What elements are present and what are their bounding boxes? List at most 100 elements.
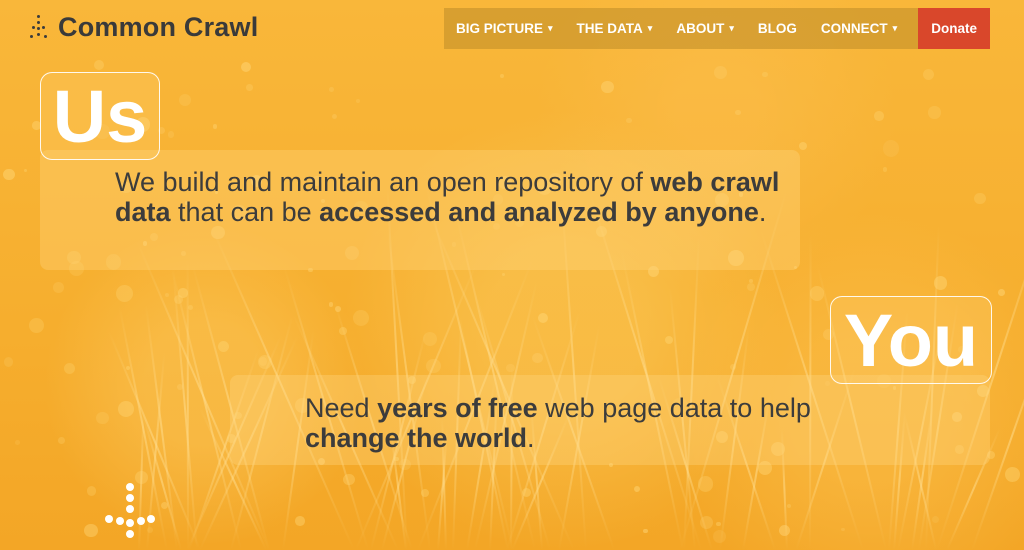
you-tagline-text: Need xyxy=(305,393,378,423)
bokeh-dot xyxy=(178,288,188,298)
us-tagline-text: We build and maintain an open repository… xyxy=(115,167,651,197)
bokeh-dot xyxy=(422,331,438,347)
bokeh-dot xyxy=(521,487,532,497)
nav-label: BIG PICTURE xyxy=(456,21,544,36)
bokeh-dot xyxy=(53,282,64,293)
you-tagline: Need years of free web page data to help… xyxy=(305,393,945,453)
bokeh-dot xyxy=(338,327,347,335)
you-tagline-text: . xyxy=(527,423,535,453)
bokeh-dot xyxy=(246,84,253,91)
bokeh-dot xyxy=(1004,467,1020,482)
bokeh-dot xyxy=(729,364,737,371)
bokeh-dot xyxy=(537,313,548,324)
bokeh-dot xyxy=(786,503,792,509)
main-nav: BIG PICTURE ▾ THE DATA ▾ ABOUT ▾ BLOG CO… xyxy=(444,8,990,49)
bokeh-dot xyxy=(664,336,673,345)
you-tagline-emphasis: years of free xyxy=(377,393,538,423)
bokeh-dot xyxy=(332,114,338,120)
site-name: Common Crawl xyxy=(58,12,259,42)
us-tagline-text: . xyxy=(758,197,767,227)
bokeh-dot xyxy=(928,106,941,119)
bokeh-dot xyxy=(63,362,76,375)
nav-connect[interactable]: CONNECT ▾ xyxy=(809,8,909,49)
bokeh-dot xyxy=(212,124,217,129)
bokeh-dot xyxy=(343,473,355,486)
bokeh-dot xyxy=(188,304,194,311)
chevron-down-icon: ▾ xyxy=(647,23,653,33)
bokeh-dot xyxy=(974,192,986,204)
nav-label: CONNECT xyxy=(820,21,888,36)
chevron-down-icon: ▾ xyxy=(729,23,734,33)
bokeh-dot xyxy=(499,74,504,79)
bokeh-dot xyxy=(874,111,884,121)
nav-about[interactable]: ABOUT ▾ xyxy=(664,8,746,49)
bokeh-dot xyxy=(96,411,109,425)
bokeh-dot xyxy=(697,476,714,493)
bokeh-dot xyxy=(126,365,131,370)
bokeh-dot xyxy=(178,93,192,107)
bokeh-dot xyxy=(506,363,515,373)
light-streak xyxy=(172,268,198,550)
bokeh-dot xyxy=(167,131,175,138)
bokeh-dot xyxy=(353,310,370,327)
bokeh-dot xyxy=(501,272,506,277)
nav-label: BLOG xyxy=(757,21,797,36)
donate-button[interactable]: Donate xyxy=(918,8,990,49)
bokeh-dot xyxy=(643,528,648,534)
us-badge: Us xyxy=(40,72,160,160)
bokeh-dot xyxy=(87,486,97,496)
you-badge: You xyxy=(830,296,992,384)
bokeh-dot xyxy=(922,69,934,81)
bokeh-dot xyxy=(778,524,790,536)
donate-label: Donate xyxy=(931,21,977,36)
bokeh-dot xyxy=(94,60,104,70)
bokeh-dot xyxy=(356,99,361,104)
nav-big-picture[interactable]: BIG PICTURE ▾ xyxy=(444,8,565,49)
bokeh-dot xyxy=(23,168,27,172)
bokeh-dot xyxy=(735,109,742,116)
bokeh-dot xyxy=(3,357,14,367)
bokeh-dot xyxy=(58,437,66,444)
site-logo[interactable]: Common Crawl xyxy=(28,12,258,43)
bokeh-dot xyxy=(716,521,721,527)
spider-logo-icon xyxy=(28,13,50,43)
bokeh-dot xyxy=(134,471,148,484)
bokeh-dot xyxy=(762,71,768,78)
bokeh-dot xyxy=(259,357,268,366)
bokeh-dot xyxy=(810,286,825,301)
bokeh-dot xyxy=(335,306,341,313)
bokeh-dot xyxy=(328,87,334,92)
bokeh-dot xyxy=(3,169,15,181)
bokeh-dot xyxy=(841,527,845,532)
chevron-down-icon: ▾ xyxy=(892,23,898,33)
nav-the-data[interactable]: THE DATA ▾ xyxy=(565,8,665,49)
nav-blog[interactable]: BLOG xyxy=(746,8,809,49)
bokeh-dot xyxy=(84,523,99,538)
bokeh-dot xyxy=(882,167,887,172)
chevron-down-icon: ▾ xyxy=(548,23,553,33)
bokeh-dot xyxy=(747,283,756,292)
you-tagline-emphasis: change the world xyxy=(305,423,528,453)
us-tagline-text: that can be xyxy=(170,197,320,227)
bokeh-dot xyxy=(160,501,169,510)
us-tagline-emphasis: accessed and analyzed by anyone xyxy=(319,197,759,227)
bokeh-dot xyxy=(328,302,334,308)
bokeh-dot xyxy=(118,401,135,417)
bokeh-dot xyxy=(714,66,727,79)
bokeh-dot xyxy=(15,439,21,445)
bokeh-dot xyxy=(998,289,1006,297)
scroll-down-arrow-icon[interactable] xyxy=(105,483,155,543)
bokeh-dot xyxy=(712,529,726,544)
bokeh-dot xyxy=(883,140,900,157)
bokeh-dot xyxy=(700,515,714,529)
bokeh-dot xyxy=(798,141,808,150)
us-tagline: We build and maintain an open repository… xyxy=(115,167,795,227)
bokeh-dot xyxy=(426,358,441,374)
bokeh-dot xyxy=(217,341,229,353)
bokeh-dot xyxy=(634,485,641,492)
bokeh-dot xyxy=(421,489,430,497)
light-streak xyxy=(187,259,190,550)
bokeh-dot xyxy=(532,352,543,364)
bokeh-dot xyxy=(931,515,940,524)
bokeh-dot xyxy=(933,275,948,290)
